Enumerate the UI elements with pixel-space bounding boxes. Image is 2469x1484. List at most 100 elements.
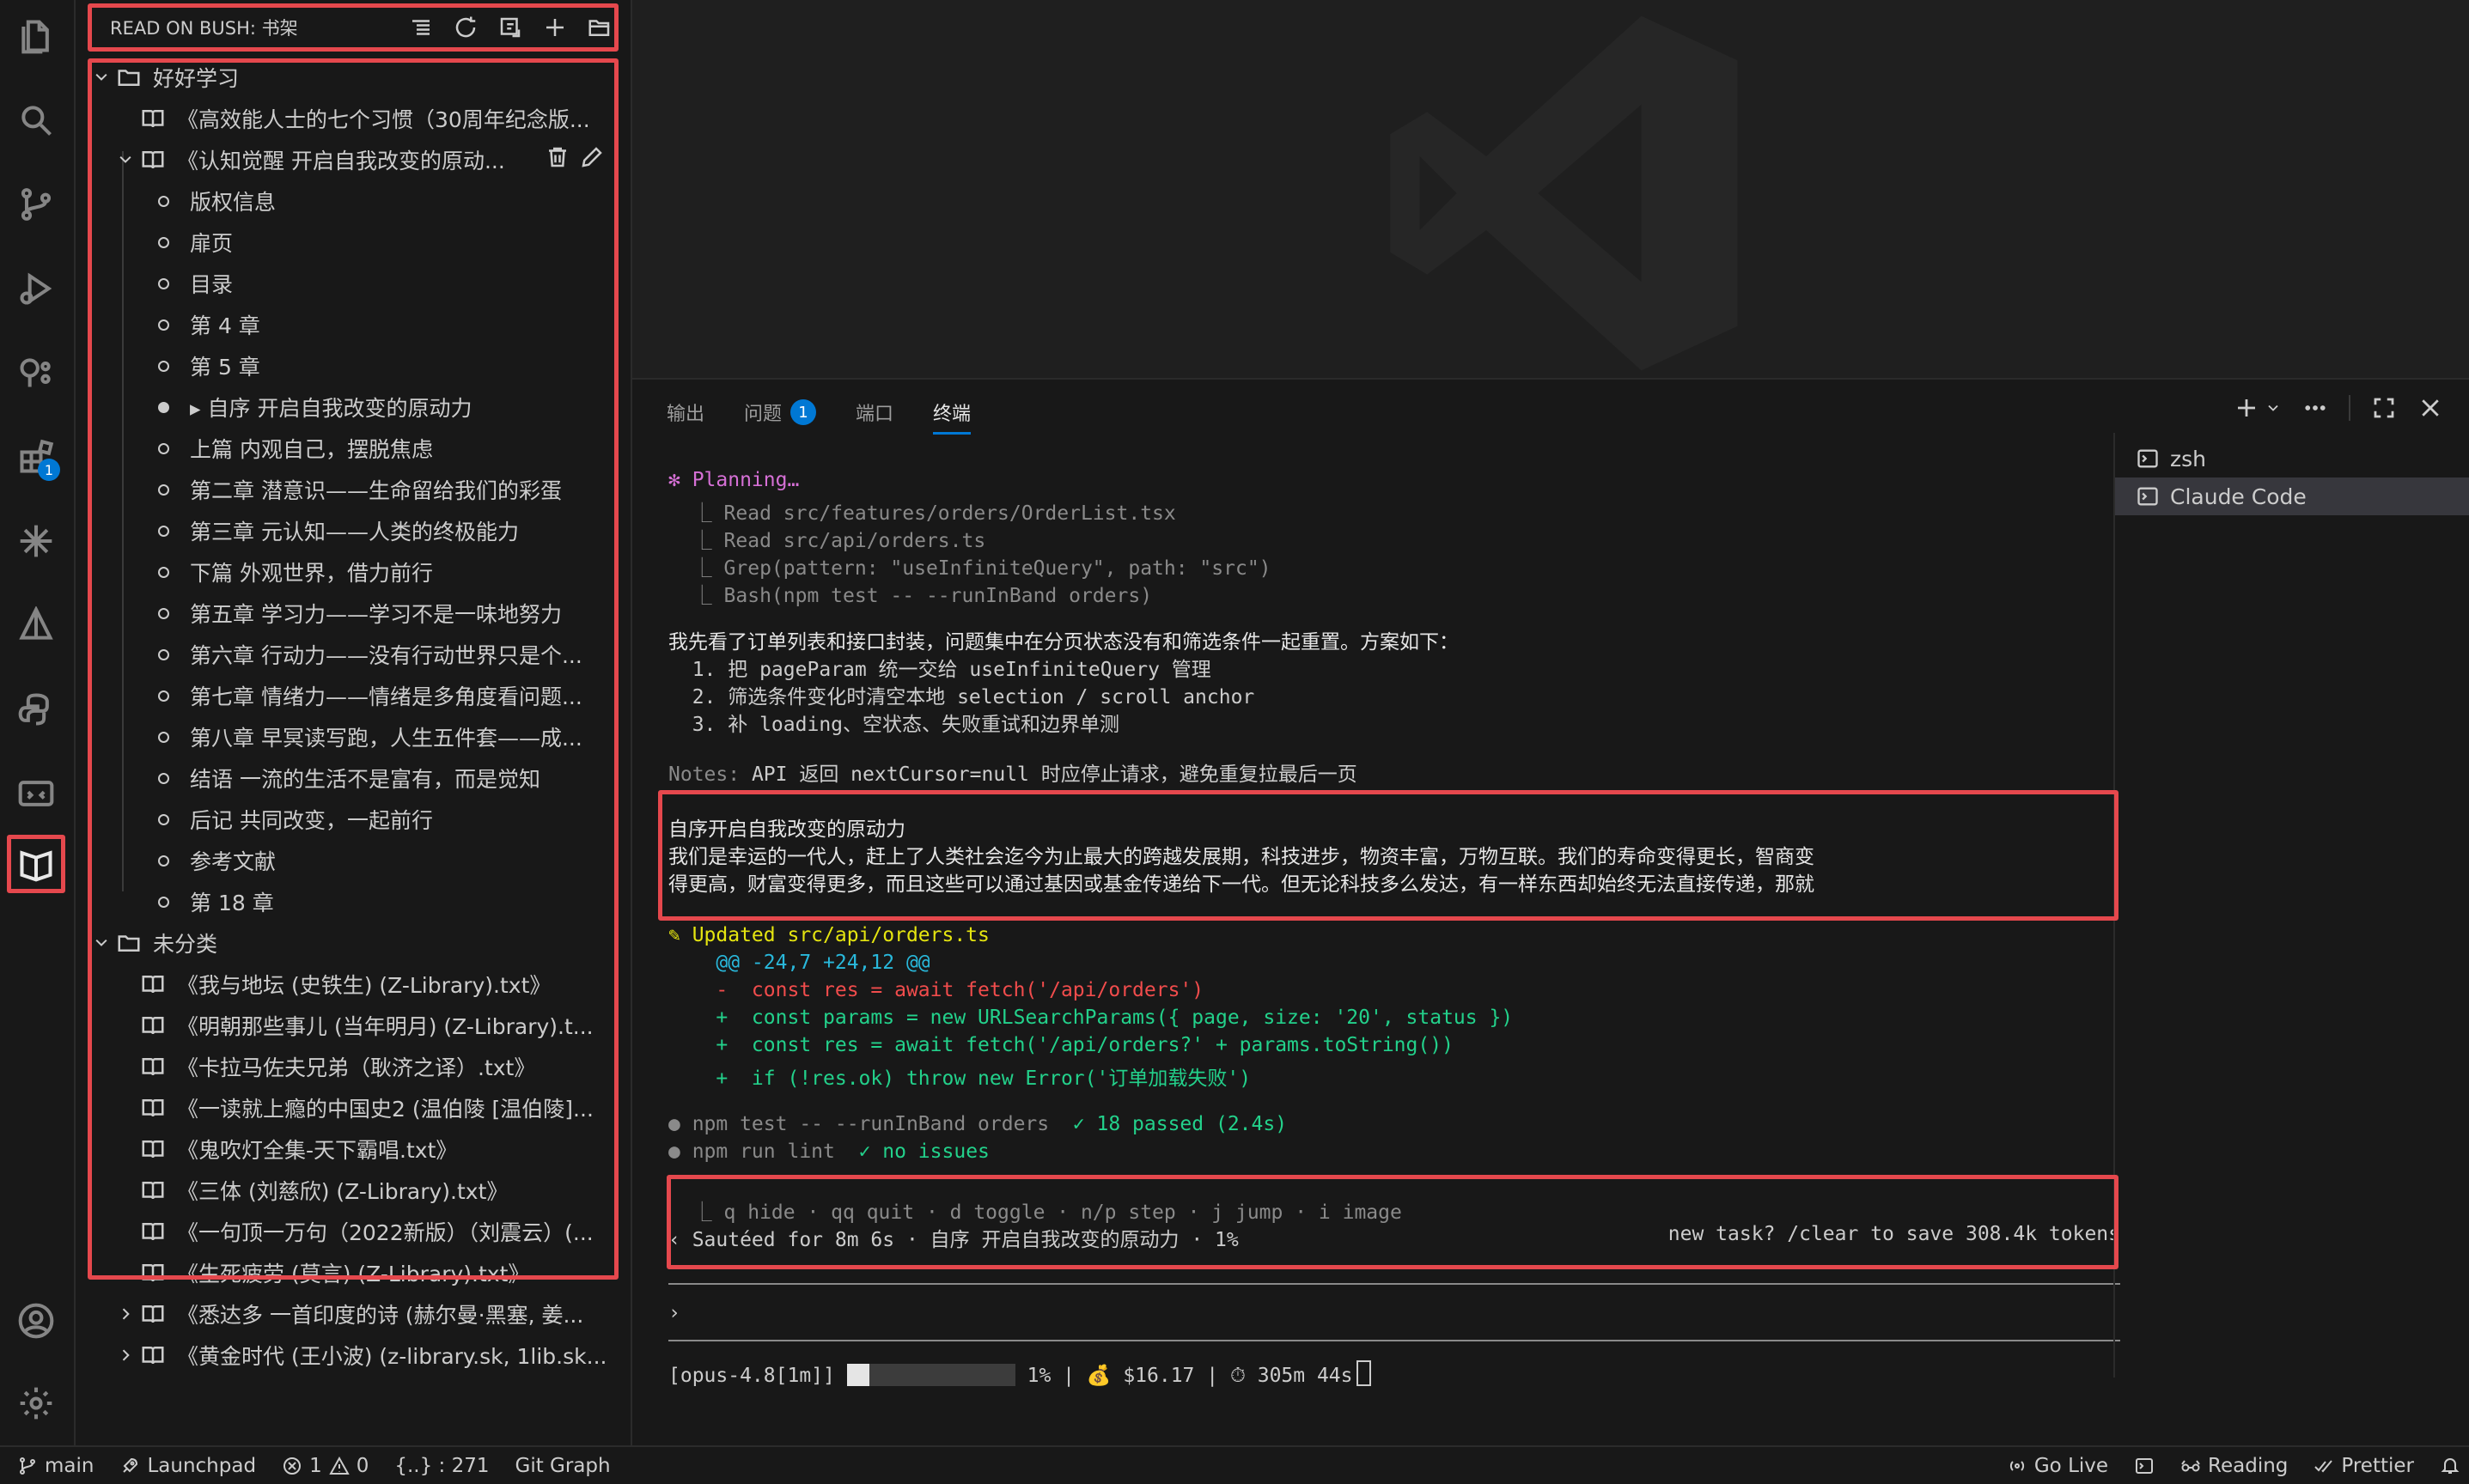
chevron-down-icon[interactable] xyxy=(2265,399,2282,417)
terminal-icon xyxy=(2136,1457,2154,1474)
prettier-item[interactable]: Prettier xyxy=(2314,1455,2414,1477)
warning-icon xyxy=(329,1456,350,1475)
footer-rest: 1% | 💰 $16.17 | ⏱ 305m 44s xyxy=(1027,1365,1353,1387)
git-graph-item[interactable]: Git Graph xyxy=(515,1455,611,1477)
panel-actions-divider xyxy=(2349,395,2350,421)
tab-output-label: 输出 xyxy=(667,404,705,425)
plan-step: 3. 补 loading、空状态、失败重试和边界单测 xyxy=(668,714,1120,736)
terminal-claude-label: Claude Code xyxy=(2170,484,2307,509)
extensions-badge: 1 xyxy=(38,459,60,481)
warnings-count: 0 xyxy=(356,1454,369,1477)
diff-removed-line: - const res = await fetch('/api/orders') xyxy=(668,979,1204,1001)
tab-problems[interactable]: 问题 1 xyxy=(744,395,817,429)
tree-highlight xyxy=(88,58,619,1280)
reading-label: Reading xyxy=(2208,1454,2289,1477)
status-bar: main Launchpad 10 {..} : 271 Git Graph G… xyxy=(0,1445,2469,1484)
python-icon[interactable] xyxy=(15,689,57,730)
broadcast-icon xyxy=(2009,1460,2024,1471)
prompt-caret[interactable]: › xyxy=(668,1302,680,1324)
tab-output[interactable]: 输出 xyxy=(667,395,704,429)
check-double-icon xyxy=(2314,1459,2333,1472)
sparkle-icon[interactable] xyxy=(15,520,57,562)
triangle-icon[interactable] xyxy=(15,605,57,646)
terminal-icon xyxy=(2137,449,2158,468)
search-icon[interactable] xyxy=(15,100,57,141)
terminal-cursor xyxy=(1356,1360,1371,1386)
close-icon[interactable] xyxy=(2417,395,2443,421)
error-icon xyxy=(283,1457,302,1475)
diff-added-line: + const params = new URLSearchParams({ p… xyxy=(668,1007,1514,1029)
test-line: ● npm test -- --runInBand orders ✓ 18 pa… xyxy=(668,1113,1287,1135)
tab-terminal[interactable]: 终端 xyxy=(933,395,972,435)
settings-gear-icon[interactable] xyxy=(15,1383,57,1424)
notifications-item[interactable] xyxy=(2440,1456,2460,1476)
remote-explorer-icon[interactable] xyxy=(15,773,57,814)
branch-indicator[interactable]: main xyxy=(17,1455,94,1477)
context-progress-fill xyxy=(846,1364,869,1386)
context-progress-bar xyxy=(846,1364,1015,1386)
problems-indicator[interactable]: 10 xyxy=(282,1455,369,1477)
book-icon xyxy=(137,1340,168,1371)
reading-text-highlight xyxy=(658,790,2118,921)
new-terminal-icon[interactable] xyxy=(2234,395,2259,421)
panel-actions xyxy=(2234,395,2443,421)
plan-step: 2. 筛选条件变化时清空本地 selection / scroll anchor xyxy=(668,686,1255,709)
terminal-claude-code[interactable]: Claude Code xyxy=(2115,477,2469,515)
remote-tree-icon[interactable] xyxy=(15,352,57,393)
book-icon xyxy=(137,1298,168,1329)
diff-added-line: + const res = await fetch('/api/orders?'… xyxy=(668,1034,1454,1056)
notes-text: API 返回 nextCursor=null 时应停止请求，避免重复拉最后一页 xyxy=(740,763,1357,786)
diff-added-line: + if (!res.ok) throw new Error('订单加载失败') xyxy=(668,1067,1252,1090)
footer-model: [opus-4.8[1m]] xyxy=(668,1365,835,1387)
tool-line: ⎿ Bash(npm test -- --runInBand orders) xyxy=(668,585,1153,607)
planning-line: ✻ Planning… xyxy=(668,469,800,491)
editor-area xyxy=(632,0,2469,378)
extensions-icon[interactable]: 1 xyxy=(15,436,60,481)
terminal-zsh-label: zsh xyxy=(2170,446,2206,471)
lint-result: ✓ no issues xyxy=(834,1140,990,1163)
updated-file-line: ✎ Updated src/api/orders.ts xyxy=(668,924,990,946)
problems-badge: 1 xyxy=(790,399,817,425)
summary-line: 我先看了订单列表和接口封装，问题集中在分页状态没有和筛选条件一起重置。方案如下： xyxy=(668,631,1459,654)
test-command: ● npm test -- --runInBand orders xyxy=(668,1113,1050,1135)
symbols-indicator[interactable]: {..} : 271 xyxy=(394,1455,489,1477)
footer-line: [opus-4.8[1m]] 1% | 💰 $16.17 | ⏱ 305m 44… xyxy=(668,1360,1371,1387)
errors-count: 1 xyxy=(309,1454,322,1477)
go-live-item[interactable]: Go Live xyxy=(2007,1455,2108,1477)
plan-step: 1. 把 pageParam 统一交给 useInfiniteQuery 管理 xyxy=(668,659,1211,681)
branch-label: main xyxy=(45,1454,94,1477)
test-result: ✓ 18 passed (2.4s) xyxy=(1049,1113,1288,1135)
notes-line: Notes: API 返回 nextCursor=null 时应停止请求，避免重… xyxy=(668,757,1357,787)
notes-label: Notes: xyxy=(668,763,741,786)
terminal-output[interactable]: ✻ Planning… ⎿ Read src/features/orders/O… xyxy=(668,457,2120,1436)
run-debug-icon[interactable] xyxy=(15,268,57,309)
terminal-zsh[interactable]: zsh xyxy=(2115,440,2469,477)
diff-hunk: @@ -24,7 +24,12 @@ xyxy=(668,952,930,974)
lint-line: ● npm run lint ✓ no issues xyxy=(668,1140,990,1163)
bell-icon xyxy=(2441,1457,2460,1474)
terminal-status-item[interactable] xyxy=(2134,1456,2155,1476)
tool-line: ⎿ Read src/api/orders.ts xyxy=(668,530,986,552)
tree-book[interactable]: 《黄金时代 (王小波) (z-library.sk, 1lib.sk... xyxy=(89,1336,617,1374)
more-icon[interactable] xyxy=(2302,395,2328,421)
tab-terminal-label: 终端 xyxy=(933,404,972,425)
chevron-right-icon[interactable] xyxy=(113,1302,137,1326)
files-icon[interactable] xyxy=(15,15,57,57)
terminal-list: zsh Claude Code xyxy=(2113,433,2469,1378)
account-icon[interactable] xyxy=(15,1300,57,1341)
sidebar: READ ON BUSH: 书架 好好学习 《高效能人士的七个习惯（30周年纪念版… xyxy=(76,0,632,1445)
status-right: Go Live Reading Prettier xyxy=(1990,1455,2469,1477)
tab-ports[interactable]: 端口 xyxy=(856,395,893,429)
sidebar-header-highlight xyxy=(88,3,619,52)
terminal-icon xyxy=(2137,487,2158,506)
reading-item[interactable]: Reading xyxy=(2180,1455,2288,1477)
launchpad-item[interactable]: Launchpad xyxy=(119,1455,256,1477)
tree-book[interactable]: 《悉达多 一首印度的诗 (赫尔曼·黑塞, 姜... xyxy=(89,1295,617,1333)
tab-ports-label: 端口 xyxy=(856,404,894,425)
source-control-icon[interactable] xyxy=(15,184,57,225)
prompt-bottom-border xyxy=(668,1340,2120,1341)
maximize-icon[interactable] xyxy=(2371,395,2397,421)
book-reader-highlight xyxy=(7,835,65,893)
chevron-right-icon[interactable] xyxy=(113,1343,137,1367)
go-live-label: Go Live xyxy=(2033,1454,2109,1477)
